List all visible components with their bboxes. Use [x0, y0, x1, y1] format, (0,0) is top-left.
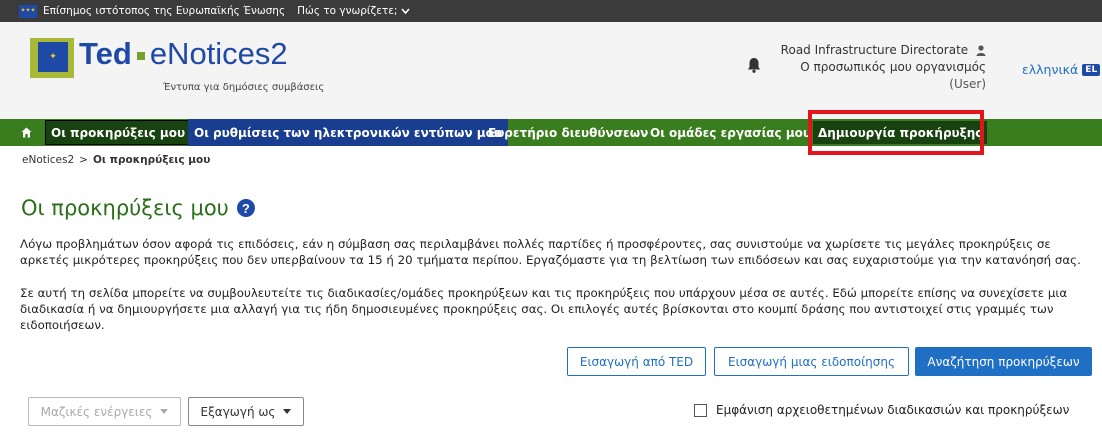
nav-my-workgroups[interactable]: Οι ομάδες εργασίας μου: [646, 119, 815, 146]
breadcrumb-root[interactable]: eNotices2: [22, 154, 74, 166]
breadcrumb-current: Οι προκηρύξεις μου: [92, 154, 211, 166]
show-archived-label: Εμφάνιση αρχειοθετημένων διαδικασιών και…: [716, 403, 1070, 417]
import-notice-button[interactable]: Εισαγωγή μιας ειδοποίησης: [714, 347, 909, 376]
logo-product-text: eNotices2: [149, 36, 288, 71]
logo-dot: [136, 52, 145, 60]
user-icon: [976, 45, 986, 56]
nav-eforms-settings[interactable]: Οι ρυθμίσεις των ηλεκτρονικών εντύπων μο…: [188, 119, 508, 146]
import-from-ted-button[interactable]: Εισαγωγή από TED: [567, 347, 706, 376]
help-icon[interactable]: ?: [236, 199, 255, 217]
organisation-name: Road Infrastructure Directorate: [780, 43, 969, 57]
eu-how-to-know-label: Πώς το γνωρίζετε;: [297, 5, 398, 17]
performance-notice-text: Λόγω προβλημάτων όσον αφορά τις επιδόσει…: [20, 237, 1081, 267]
language-code-badge: EL: [1082, 63, 1101, 76]
nav-home[interactable]: [16, 119, 36, 146]
nav-my-notices[interactable]: Οι προκηρύξεις μου: [44, 120, 192, 145]
export-as-label: Εξαγωγή ως: [200, 404, 276, 419]
bulk-actions-dropdown[interactable]: Μαζικές ενέργειες: [28, 397, 181, 426]
nav-address-book[interactable]: Ευρετήριο διευθύνσεων: [484, 119, 652, 146]
eu-flag-icon: ✦✦✦: [19, 4, 37, 18]
show-archived-checkbox[interactable]: [694, 403, 707, 417]
export-as-dropdown[interactable]: Εξαγωγή ως: [188, 397, 304, 426]
ted-enotices-logo[interactable]: ✦ Ted eNotices2: [30, 38, 288, 78]
eu-logo-icon: ✦: [30, 38, 74, 78]
page-title: Οι προκηρύξεις μου ?: [21, 196, 255, 220]
chevron-down-icon: [401, 7, 411, 14]
home-icon: [21, 127, 31, 138]
user-info[interactable]: Road Infrastructure Directorate Ο προσωπ…: [781, 42, 986, 93]
bulk-actions-label: Μαζικές ενέργειες: [40, 404, 153, 419]
language-selector[interactable]: ελληνικά EL: [1022, 62, 1101, 77]
my-organisation-label: Ο προσωπικός μου οργανισμός: [800, 60, 986, 74]
create-notice-highlight: [808, 110, 984, 155]
site-header: ✦ Ted eNotices2 Έντυπα για δημόσιες συμβ…: [0, 22, 1102, 119]
bell-icon[interactable]: [747, 57, 761, 73]
search-notices-button[interactable]: Αναζήτηση προκηρύξεων: [915, 347, 1092, 376]
logo-subtitle: Έντυπα για δημόσιες συμβάσεις: [163, 82, 325, 93]
breadcrumb-separator: >: [79, 154, 88, 166]
caret-down-icon: [160, 409, 169, 414]
language-label: ελληνικά: [1022, 62, 1079, 77]
eu-how-to-know-link[interactable]: Πώς το γνωρίζετε;: [297, 5, 411, 17]
eu-official-bar: ✦✦✦ Επίσημος ιστότοπος της Ευρωπαϊκής Έν…: [0, 0, 1102, 22]
caret-down-icon: [283, 409, 292, 414]
logo-ted-text: Ted: [79, 36, 132, 71]
eu-official-text: Επίσημος ιστότοπος της Ευρωπαϊκής Ένωσης: [43, 5, 286, 17]
user-role: (User): [949, 77, 986, 91]
page-description-text: Σε αυτή τη σελίδα μπορείτε να συμβουλευτ…: [20, 286, 1068, 332]
breadcrumb: eNotices2 > Οι προκηρύξεις μου: [22, 154, 210, 166]
page-title-text: Οι προκηρύξεις μου: [21, 196, 229, 220]
show-archived-option[interactable]: Εμφάνιση αρχειοθετημένων διαδικασιών και…: [694, 403, 1069, 417]
